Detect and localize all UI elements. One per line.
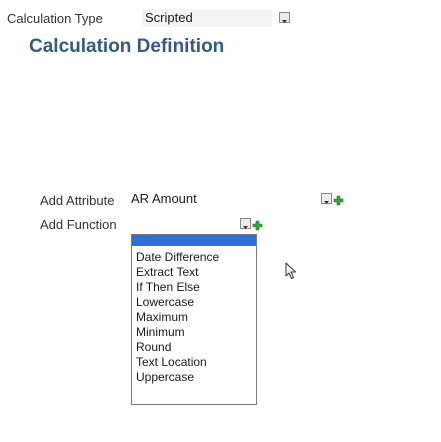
add-attribute-button[interactable] [333, 193, 344, 211]
calculation-type-select[interactable]: Scripted [142, 9, 272, 27]
calculation-type-dropdown-button[interactable] [279, 12, 290, 23]
calculation-type-value: Scripted [145, 10, 193, 25]
page-title: Calculation Definition [29, 36, 225, 57]
add-function-dropdown-button[interactable] [240, 218, 251, 229]
add-attribute-dropdown-button[interactable] [321, 193, 332, 204]
function-option-round[interactable]: Round [132, 340, 256, 355]
function-option-date-difference[interactable]: Date Difference [132, 250, 256, 265]
add-attribute-select[interactable]: AR Amount [127, 190, 312, 208]
chevron-down-icon [324, 201, 329, 204]
function-list-header [132, 235, 256, 246]
chevron-down-icon [243, 226, 248, 229]
function-option-extract-text[interactable]: Extract Text [132, 265, 256, 280]
function-option-uppercase[interactable]: Uppercase [132, 370, 256, 385]
add-attribute-label: Add Attribute [40, 193, 115, 208]
function-option-maximum[interactable]: Maximum [132, 310, 256, 325]
add-attribute-value: AR Amount [131, 191, 197, 206]
plus-icon [252, 220, 263, 231]
mouse-cursor-icon [285, 262, 297, 285]
add-function-label: Add Function [40, 217, 117, 232]
chevron-down-icon [282, 20, 287, 23]
plus-icon [333, 195, 344, 206]
function-option-lowercase[interactable]: Lowercase [132, 295, 256, 310]
calculation-type-label: Calculation Type [7, 11, 103, 26]
function-option-text-location[interactable]: Text Location [132, 355, 256, 370]
function-option-if-then-else[interactable]: If Then Else [132, 280, 256, 295]
function-list[interactable]: Date Difference Extract Text If Then Els… [131, 234, 257, 405]
function-option-minimum[interactable]: Minimum [132, 325, 256, 340]
